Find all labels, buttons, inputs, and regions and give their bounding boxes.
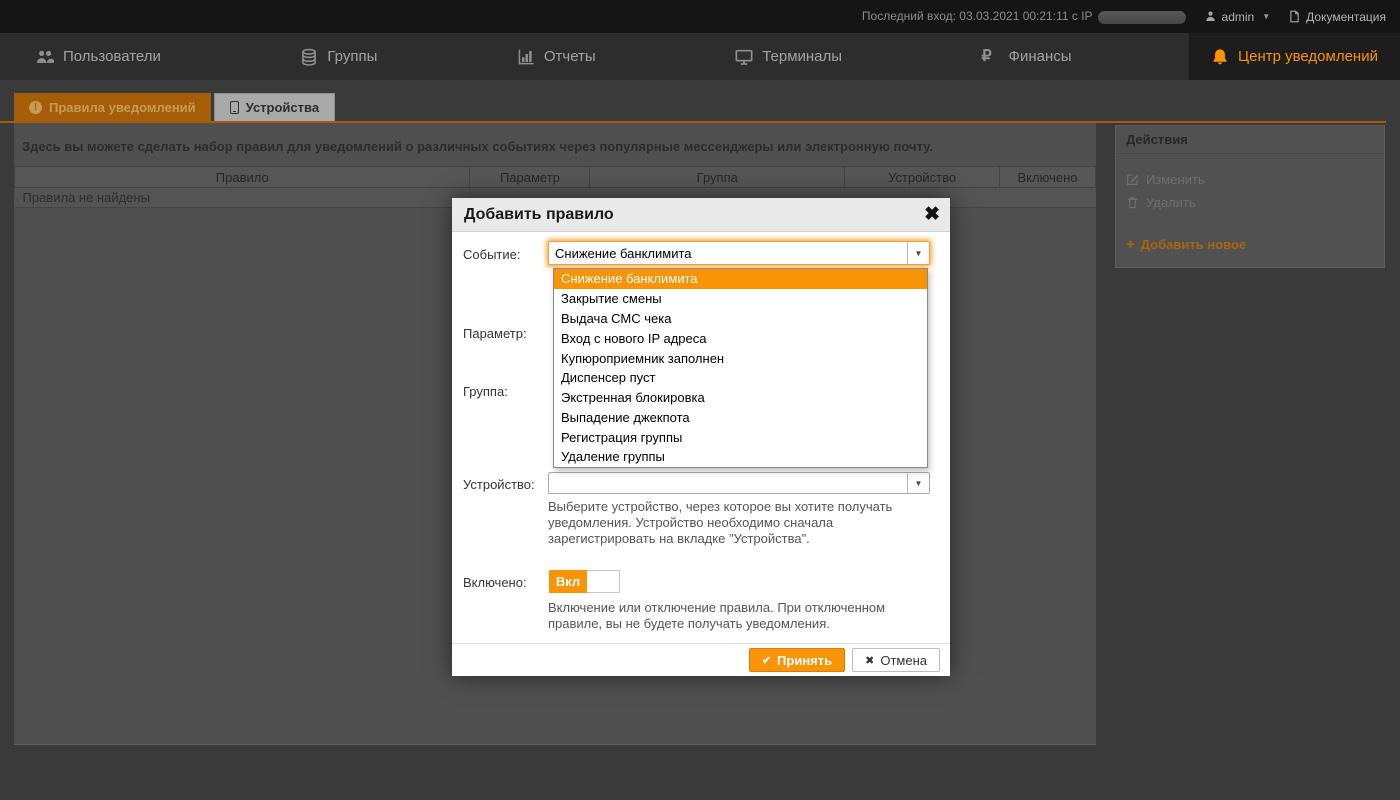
dropdown-option[interactable]: Выдача СМС чека — [554, 309, 927, 329]
param-label: Параметр: — [463, 326, 547, 341]
event-dropdown-list: Снижение банклимита Закрытие смены Выдач… — [553, 268, 928, 468]
nav-label: Группы — [327, 48, 377, 65]
info-icon: ! — [29, 101, 42, 114]
nav-item-terminals[interactable]: Терминалы — [713, 33, 864, 80]
dropdown-option[interactable]: Купюроприемник заполнен — [554, 348, 927, 368]
actions-panel: Действия Изменить Удалить + Добавить нов… — [1115, 125, 1385, 268]
nav-label: Отчеты — [544, 48, 596, 65]
user-name: admin — [1222, 10, 1255, 24]
ruble-icon: ₽ — [982, 48, 1000, 66]
nav-label: Центр уведомлений — [1238, 48, 1378, 65]
panel-description: Здесь вы можете сделать набор правил для… — [14, 123, 1096, 166]
dropdown-option[interactable]: Диспенсер пуст — [554, 368, 927, 388]
modal-title: Добавить правило — [452, 198, 950, 232]
action-delete[interactable]: Удалить — [1126, 195, 1374, 210]
table-header-row: Правило Параметр Группа Устройство Включ… — [15, 167, 1096, 188]
trash-icon — [1126, 196, 1139, 209]
device-select[interactable]: ▼ — [548, 472, 930, 494]
accept-label: Принять — [777, 653, 832, 668]
docs-link[interactable]: Документация — [1288, 10, 1386, 24]
nav-item-notification-center[interactable]: Центр уведомлений — [1189, 33, 1400, 80]
docs-label: Документация — [1306, 10, 1386, 24]
nav-item-users[interactable]: Пользователи — [14, 33, 183, 80]
chevron-down-icon: ▼ — [1262, 12, 1270, 21]
close-icon[interactable]: ✖ — [924, 202, 940, 228]
enabled-help-text: Включение или отключение правила. При от… — [548, 600, 930, 632]
last-login-text: Последний вход: 03.03.2021 00:21:11 с IP — [862, 9, 1186, 23]
user-menu[interactable]: admin ▼ — [1204, 10, 1271, 24]
mobile-icon — [230, 101, 239, 114]
toggle-on-label[interactable]: Вкл — [549, 570, 587, 593]
toggle-off-segment[interactable] — [587, 570, 620, 593]
action-label: Добавить новое — [1141, 237, 1246, 252]
cancel-label: Отмена — [880, 653, 927, 668]
event-label: Событие: — [463, 247, 547, 262]
nav-item-finance[interactable]: ₽ Финансы — [960, 33, 1094, 80]
nav-label: Пользователи — [63, 48, 161, 65]
reports-icon — [517, 48, 535, 66]
action-label: Изменить — [1146, 172, 1205, 187]
plus-icon: + — [1126, 236, 1135, 253]
document-icon — [1288, 10, 1301, 23]
dropdown-option[interactable]: Удаление группы — [554, 447, 927, 467]
dropdown-option[interactable]: Снижение банклимита — [554, 269, 927, 289]
top-bar: Последний вход: 03.03.2021 00:21:11 с IP… — [0, 0, 1400, 33]
col-header-rule[interactable]: Правило — [15, 167, 470, 188]
actions-title: Действия — [1116, 126, 1384, 154]
cancel-button[interactable]: ✖ Отмена — [852, 648, 940, 672]
dropdown-option[interactable]: Выпадение джекпота — [554, 407, 927, 427]
main-nav: Пользователи Группы Отчеты Терминалы ₽ Ф… — [0, 33, 1400, 80]
tab-notification-rules[interactable]: ! Правила уведомлений — [14, 93, 211, 121]
dropdown-option[interactable]: Экстренная блокировка — [554, 388, 927, 408]
enabled-toggle[interactable]: Вкл — [549, 570, 620, 593]
chevron-down-icon[interactable]: ▼ — [907, 473, 929, 493]
users-icon — [36, 48, 54, 66]
modal-footer: ✔ Принять ✖ Отмена — [452, 643, 950, 676]
action-edit[interactable]: Изменить — [1126, 172, 1374, 187]
col-header-enabled[interactable]: Включено — [1000, 167, 1096, 188]
tab-label: Правила уведомлений — [49, 100, 196, 115]
dropdown-option[interactable]: Закрытие смены — [554, 289, 927, 309]
edit-icon — [1126, 173, 1139, 186]
tabs: ! Правила уведомлений Устройства — [14, 93, 335, 121]
terminals-icon — [735, 48, 753, 66]
group-label: Группа: — [463, 384, 547, 399]
nav-label: Терминалы — [762, 48, 842, 65]
nav-item-groups[interactable]: Группы — [278, 33, 399, 80]
col-header-group[interactable]: Группа — [590, 167, 845, 188]
nav-label: Финансы — [1009, 48, 1072, 65]
x-icon: ✖ — [865, 654, 874, 667]
tab-label: Устройства — [246, 100, 319, 115]
nav-item-reports[interactable]: Отчеты — [495, 33, 618, 80]
device-label: Устройство: — [463, 477, 547, 492]
add-rule-modal: Добавить правило ✖ Событие: Снижение бан… — [452, 198, 950, 676]
event-select[interactable]: Снижение банклимита ▼ — [548, 241, 930, 265]
accept-button[interactable]: ✔ Принять — [749, 648, 845, 672]
bell-icon — [1211, 48, 1229, 66]
check-icon: ✔ — [762, 654, 771, 667]
chevron-down-icon[interactable]: ▼ — [907, 242, 929, 264]
action-label: Удалить — [1146, 195, 1196, 210]
col-header-device[interactable]: Устройство — [845, 167, 1000, 188]
device-help-text: Выберите устройство, через которое вы хо… — [548, 499, 930, 547]
action-add-new[interactable]: + Добавить новое — [1126, 236, 1374, 253]
redacted-ip — [1098, 11, 1186, 24]
enabled-label: Включено: — [463, 575, 547, 590]
dropdown-option[interactable]: Регистрация группы — [554, 427, 927, 447]
tab-devices[interactable]: Устройства — [214, 93, 335, 121]
person-icon — [1204, 10, 1217, 23]
col-header-param[interactable]: Параметр — [470, 167, 590, 188]
dropdown-option[interactable]: Вход с нового IP адреса — [554, 328, 927, 348]
event-select-value: Снижение банклимита — [549, 246, 907, 261]
groups-icon — [300, 48, 318, 66]
